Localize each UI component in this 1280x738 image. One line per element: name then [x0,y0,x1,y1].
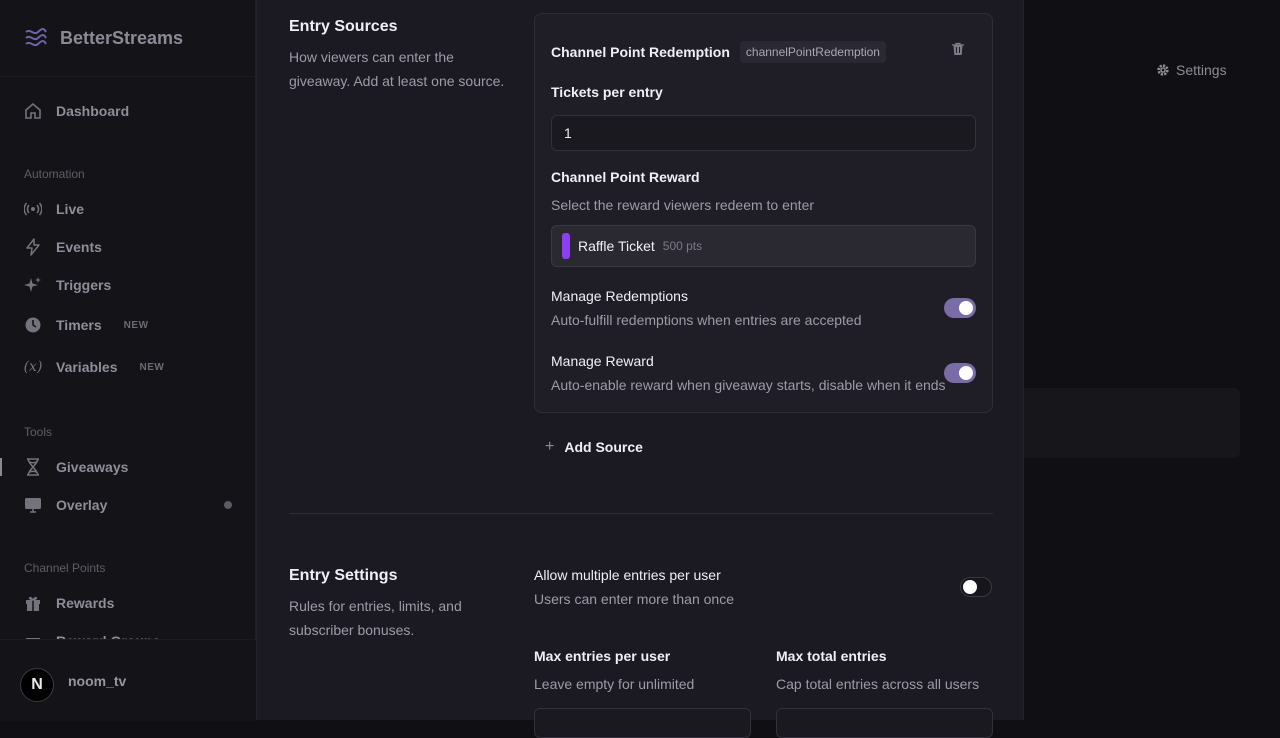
sidebar-item-label: Dashboard [56,103,130,119]
betterstreams-logo-icon [25,28,47,47]
max-per-user-help: Leave empty for unlimited [534,676,695,692]
allow-multiple-desc: Users can enter more than once [534,591,734,607]
sidebar-section-channel-points: Channel Points [24,561,106,575]
sidebar-section-automation: Automation [24,167,85,181]
sidebar-item-overlay[interactable]: Overlay [24,496,107,514]
trash-icon[interactable] [951,42,965,56]
settings-label: Settings [1176,62,1227,78]
sidebar: BetterStreams Dashboard Automation Live … [0,0,256,721]
manage-redemptions-label: Manage Redemptions [551,288,688,304]
sidebar-item-label: Timers [56,317,102,333]
manage-reward-toggle[interactable] [944,363,976,383]
monitor-icon [24,496,42,514]
channel-point-reward-help: Select the reward viewers redeem to ente… [551,197,815,213]
manage-redemptions-desc: Auto-fulfill redemptions when entries ar… [551,312,862,328]
sidebar-section-tools: Tools [24,425,53,439]
max-total-input[interactable] [776,708,993,738]
manage-redemptions-toggle[interactable] [944,298,976,318]
allow-multiple-toggle[interactable] [960,577,992,597]
user-footer[interactable]: N noom_tv [0,639,256,721]
entry-settings-title: Entry Settings [289,567,398,584]
sidebar-item-label: Rewards [56,595,115,611]
broadcast-icon [24,200,42,218]
max-total-label: Max total entries [776,648,887,664]
reward-cost: 500 pts [662,239,703,253]
sidebar-item-label: Live [56,201,85,217]
giveaway-editor-panel: Entry Sources How viewers can enter the … [256,0,1024,738]
gear-icon [1157,64,1169,76]
status-dot [224,501,232,509]
brand-name: BetterStreams [60,27,184,48]
new-badge: NEW [139,361,165,373]
entry-sources-title: Entry Sources [289,18,398,35]
settings-link[interactable]: Settings [1156,62,1227,78]
hourglass-icon [24,458,42,476]
gift-icon [24,594,42,612]
sidebar-item-triggers[interactable]: Triggers [24,276,111,294]
max-per-user-input[interactable] [534,708,751,738]
sidebar-item-label: Triggers [56,277,112,293]
sidebar-item-events[interactable]: Events [24,238,102,256]
lightning-icon [24,238,42,256]
sidebar-item-rewards[interactable]: Rewards [24,594,114,612]
sidebar-item-label: Overlay [56,497,108,513]
entry-source-card: Channel Point Redemption channelPointRed… [534,13,993,413]
toggle-knob [959,366,973,380]
variable-icon: (x) [23,359,43,375]
reward-color-swatch [562,233,570,259]
sidebar-item-giveaways[interactable]: Giveaways [24,458,128,476]
sidebar-item-timers[interactable]: Timers NEW [24,316,149,334]
allow-multiple-label: Allow multiple entries per user [534,567,721,583]
sidebar-item-dashboard[interactable]: Dashboard [24,102,129,120]
entry-sources-description: How viewers can enter the giveaway. Add … [289,49,505,89]
entry-settings-description: Rules for entries, limits, and subscribe… [289,598,462,638]
sidebar-item-label: Events [56,239,102,255]
active-indicator [0,458,2,476]
tickets-per-entry-input[interactable] [551,115,976,151]
tickets-per-entry-label: Tickets per entry [551,84,663,100]
sidebar-divider [0,76,256,77]
toggle-knob [963,580,977,594]
add-source-button[interactable]: + Add Source [545,438,643,456]
sidebar-item-label: Giveaways [56,459,129,475]
source-header: Channel Point Redemption channelPointRed… [551,41,886,63]
reward-select[interactable]: Raffle Ticket 500 pts [551,225,976,267]
sparkles-icon [24,276,42,294]
manage-reward-desc: Auto-enable reward when giveaway starts,… [551,377,946,393]
source-title: Channel Point Redemption [551,44,730,60]
home-icon [24,102,42,120]
background-card [1000,388,1240,458]
section-divider [289,513,993,514]
brand[interactable]: BetterStreams [24,26,183,50]
clock-icon [24,316,42,334]
sidebar-item-live[interactable]: Live [24,200,84,218]
new-badge: NEW [123,319,149,331]
toggle-knob [959,301,973,315]
manage-reward-label: Manage Reward [551,353,654,369]
username: noom_tv [68,673,127,689]
reward-name: Raffle Ticket [578,238,655,254]
channel-point-reward-label: Channel Point Reward [551,169,700,185]
sidebar-item-variables[interactable]: (x) Variables NEW [24,358,164,376]
source-type-chip: channelPointRedemption [739,41,886,63]
max-per-user-label: Max entries per user [534,648,671,664]
plus-icon: + [545,438,555,455]
add-source-label: Add Source [564,439,643,455]
avatar[interactable]: N [20,668,54,702]
sidebar-item-label: Variables [56,359,118,375]
max-total-help: Cap total entries across all users [776,676,980,692]
